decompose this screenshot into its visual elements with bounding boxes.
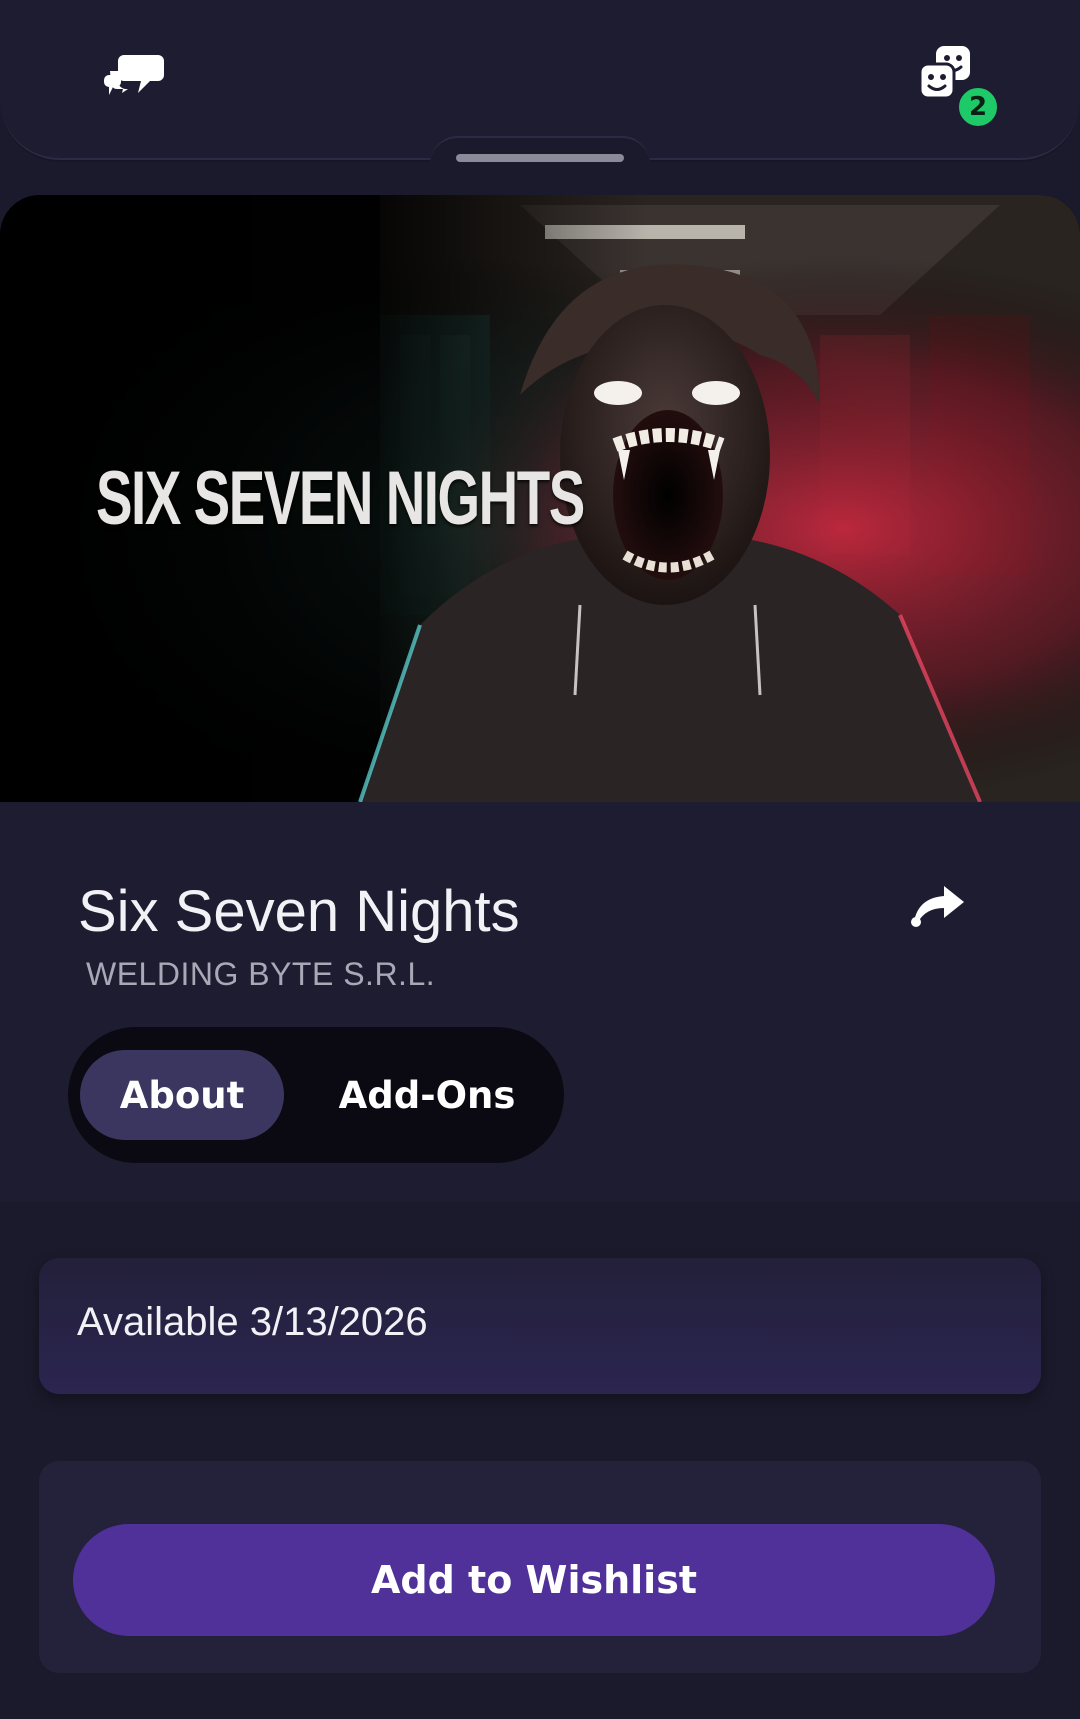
wishlist-card: Add to Wishlist	[39, 1461, 1041, 1673]
share-arrow-icon	[911, 886, 964, 927]
game-title: Six Seven Nights	[78, 879, 520, 944]
add-to-wishlist-button[interactable]: Add to Wishlist	[73, 1524, 995, 1636]
publisher-name[interactable]: WELDING BYTE S.R.L.	[86, 956, 435, 993]
tab-bar: About Add-Ons	[68, 1027, 564, 1163]
chat-button[interactable]	[100, 40, 170, 110]
availability-text: Available 3/13/2026	[77, 1300, 428, 1344]
tab-add-ons[interactable]: Add-Ons	[316, 1050, 538, 1140]
hero-image: SIX SEVEN NIGHTS	[0, 195, 1080, 802]
chat-bubbles-icon	[104, 55, 164, 95]
share-button[interactable]	[908, 880, 972, 936]
friends-button[interactable]: 2	[910, 40, 1010, 130]
availability-card: Available 3/13/2026	[39, 1258, 1041, 1394]
friends-count-badge: 2	[956, 85, 1000, 129]
hero-title-art: SIX SEVEN NIGHTS	[96, 456, 585, 541]
drag-handle[interactable]	[456, 154, 624, 162]
tab-about[interactable]: About	[80, 1050, 284, 1140]
game-detail-page: 2 SIX SEVEN NIGHTS Six Seven Nights WELD…	[0, 0, 1080, 1719]
